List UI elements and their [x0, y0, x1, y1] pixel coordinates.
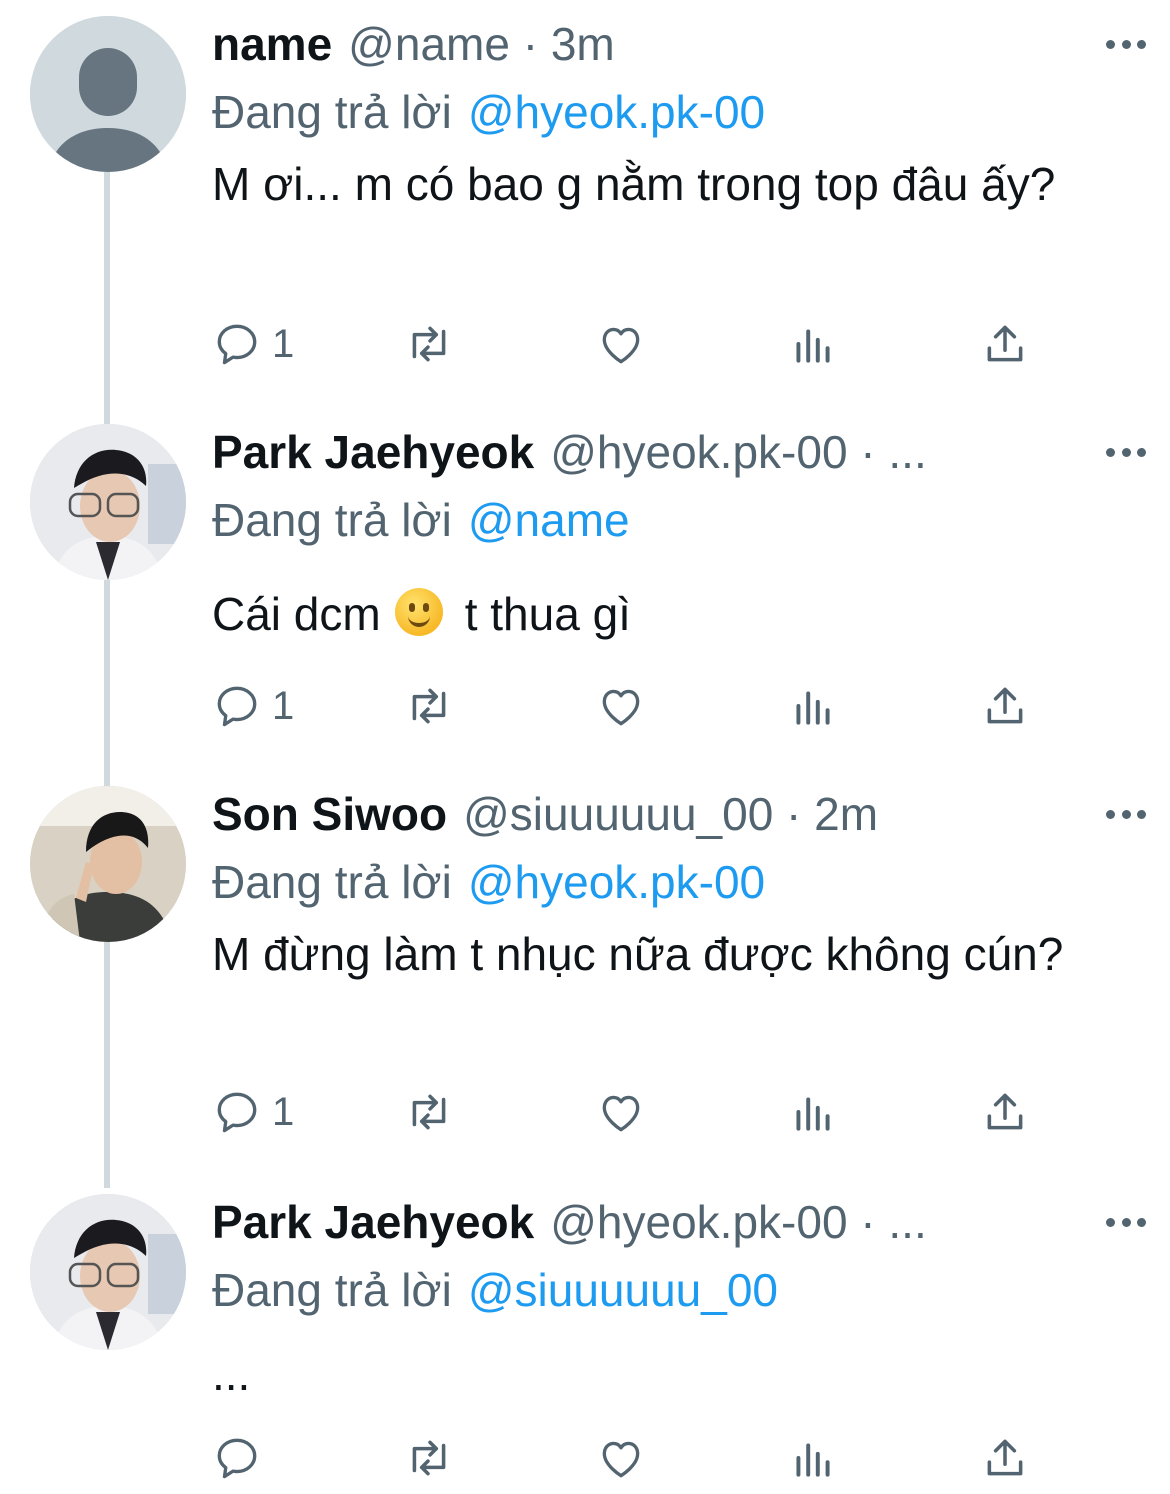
- tweet-text: ...: [212, 1348, 251, 1400]
- reply-count: 1: [272, 683, 295, 728]
- retweet-button[interactable]: [404, 1082, 454, 1142]
- views-icon: [788, 1433, 838, 1483]
- replying-to-prefix: Đang trả lời: [212, 1264, 452, 1316]
- share-icon: [980, 681, 1030, 731]
- reply-button[interactable]: 1: [212, 676, 294, 736]
- tweet-actions: 1: [212, 676, 1052, 736]
- retweet-icon: [404, 1087, 454, 1137]
- reply-icon: [212, 319, 262, 369]
- retweet-button[interactable]: [404, 1428, 454, 1488]
- views-icon: [788, 1087, 838, 1137]
- views-button[interactable]: [788, 1428, 838, 1488]
- views-icon: [788, 319, 838, 369]
- replying-to-mention[interactable]: @name: [468, 494, 630, 546]
- reply-icon: [212, 1087, 262, 1137]
- replying-to-prefix: Đang trả lời: [212, 86, 452, 138]
- tweet-actions: 1: [212, 1082, 1052, 1142]
- replying-to-prefix: Đang trả lời: [212, 856, 452, 908]
- reply-button[interactable]: 1: [212, 1082, 294, 1142]
- reply-icon: [212, 1433, 262, 1483]
- tweet-header: Son Siwoo @siuuuuuu_00 · 2m: [212, 778, 1130, 850]
- like-button[interactable]: [596, 314, 646, 374]
- handle-timestamp[interactable]: @siuuuuuu_00 · 2m: [463, 787, 878, 841]
- share-icon: [980, 319, 1030, 369]
- reply-count: 1: [272, 321, 295, 366]
- share-button[interactable]: [980, 1428, 1030, 1488]
- handle-timestamp[interactable]: @name · 3m: [348, 17, 615, 71]
- more-icon[interactable]: [1106, 444, 1146, 460]
- share-button[interactable]: [980, 676, 1030, 736]
- replying-to-mention[interactable]: @hyeok.pk-00: [468, 856, 765, 908]
- tweet-header: Park Jaehyeok @hyeok.pk-00 · ...: [212, 1186, 1130, 1258]
- reply-button[interactable]: 1: [212, 314, 294, 374]
- reply-button[interactable]: [212, 1428, 272, 1488]
- like-button[interactable]: [596, 676, 646, 736]
- tweet-text: M đừng làm t nhục nữa được không cún?: [212, 928, 1064, 980]
- views-button[interactable]: [788, 676, 838, 736]
- display-name[interactable]: Park Jaehyeok: [212, 425, 534, 479]
- retweet-icon: [404, 1433, 454, 1483]
- replying-to-mention[interactable]: @siuuuuuu_00: [468, 1264, 778, 1316]
- display-name[interactable]: Son Siwoo: [212, 787, 447, 841]
- display-name[interactable]: name: [212, 17, 332, 71]
- replying-to-mention[interactable]: @hyeok.pk-00: [468, 86, 765, 138]
- reply-icon: [212, 681, 262, 731]
- reply-count: 1: [272, 1089, 295, 1134]
- retweet-button[interactable]: [404, 314, 454, 374]
- tweet-text-part: Cái dcm: [212, 588, 381, 640]
- like-icon: [596, 319, 646, 369]
- like-button[interactable]: [596, 1428, 646, 1488]
- like-icon: [596, 681, 646, 731]
- views-icon: [788, 681, 838, 731]
- replying-to: Đang trả lời @name: [212, 488, 1130, 552]
- share-icon: [980, 1433, 1030, 1483]
- display-name[interactable]: Park Jaehyeok: [212, 1195, 534, 1249]
- replying-to: Đang trả lời @siuuuuuu_00: [212, 1258, 1130, 1322]
- tweet-actions: [212, 1428, 1052, 1488]
- tweet-header: Park Jaehyeok @hyeok.pk-00 · ...: [212, 416, 1130, 488]
- tweet-text: M ơi... m có bao g nằm trong top đâu ấy?: [212, 158, 1056, 210]
- share-button[interactable]: [980, 314, 1030, 374]
- like-icon: [596, 1433, 646, 1483]
- tweet-text: Cái dcm t thua gì: [212, 582, 1130, 646]
- retweet-icon: [404, 319, 454, 369]
- retweet-button[interactable]: [404, 676, 454, 736]
- avatar[interactable]: [30, 16, 186, 172]
- views-button[interactable]: [788, 314, 838, 374]
- like-button[interactable]: [596, 1082, 646, 1142]
- more-icon[interactable]: [1106, 36, 1146, 52]
- more-icon[interactable]: [1106, 1214, 1146, 1230]
- retweet-icon: [404, 681, 454, 731]
- replying-to-prefix: Đang trả lời: [212, 494, 452, 546]
- tweet-header: name @name · 3m: [212, 8, 1130, 80]
- replying-to: Đang trả lời @hyeok.pk-00: [212, 80, 1130, 144]
- avatar[interactable]: [30, 786, 186, 942]
- views-button[interactable]: [788, 1082, 838, 1142]
- handle-timestamp[interactable]: @hyeok.pk-00 · ...: [550, 1195, 927, 1249]
- tweet-text-part: t thua gì: [464, 588, 631, 640]
- handle-timestamp[interactable]: @hyeok.pk-00 · ...: [550, 425, 927, 479]
- share-button[interactable]: [980, 1082, 1030, 1142]
- thread-line: [104, 170, 110, 1188]
- tweet-actions: 1: [212, 314, 1052, 374]
- replying-to: Đang trả lời @hyeok.pk-00: [212, 850, 1130, 914]
- like-icon: [596, 1087, 646, 1137]
- slightly-smiling-face-icon: [394, 588, 443, 636]
- avatar[interactable]: [30, 1194, 186, 1350]
- avatar[interactable]: [30, 424, 186, 580]
- share-icon: [980, 1087, 1030, 1137]
- more-icon[interactable]: [1106, 806, 1146, 822]
